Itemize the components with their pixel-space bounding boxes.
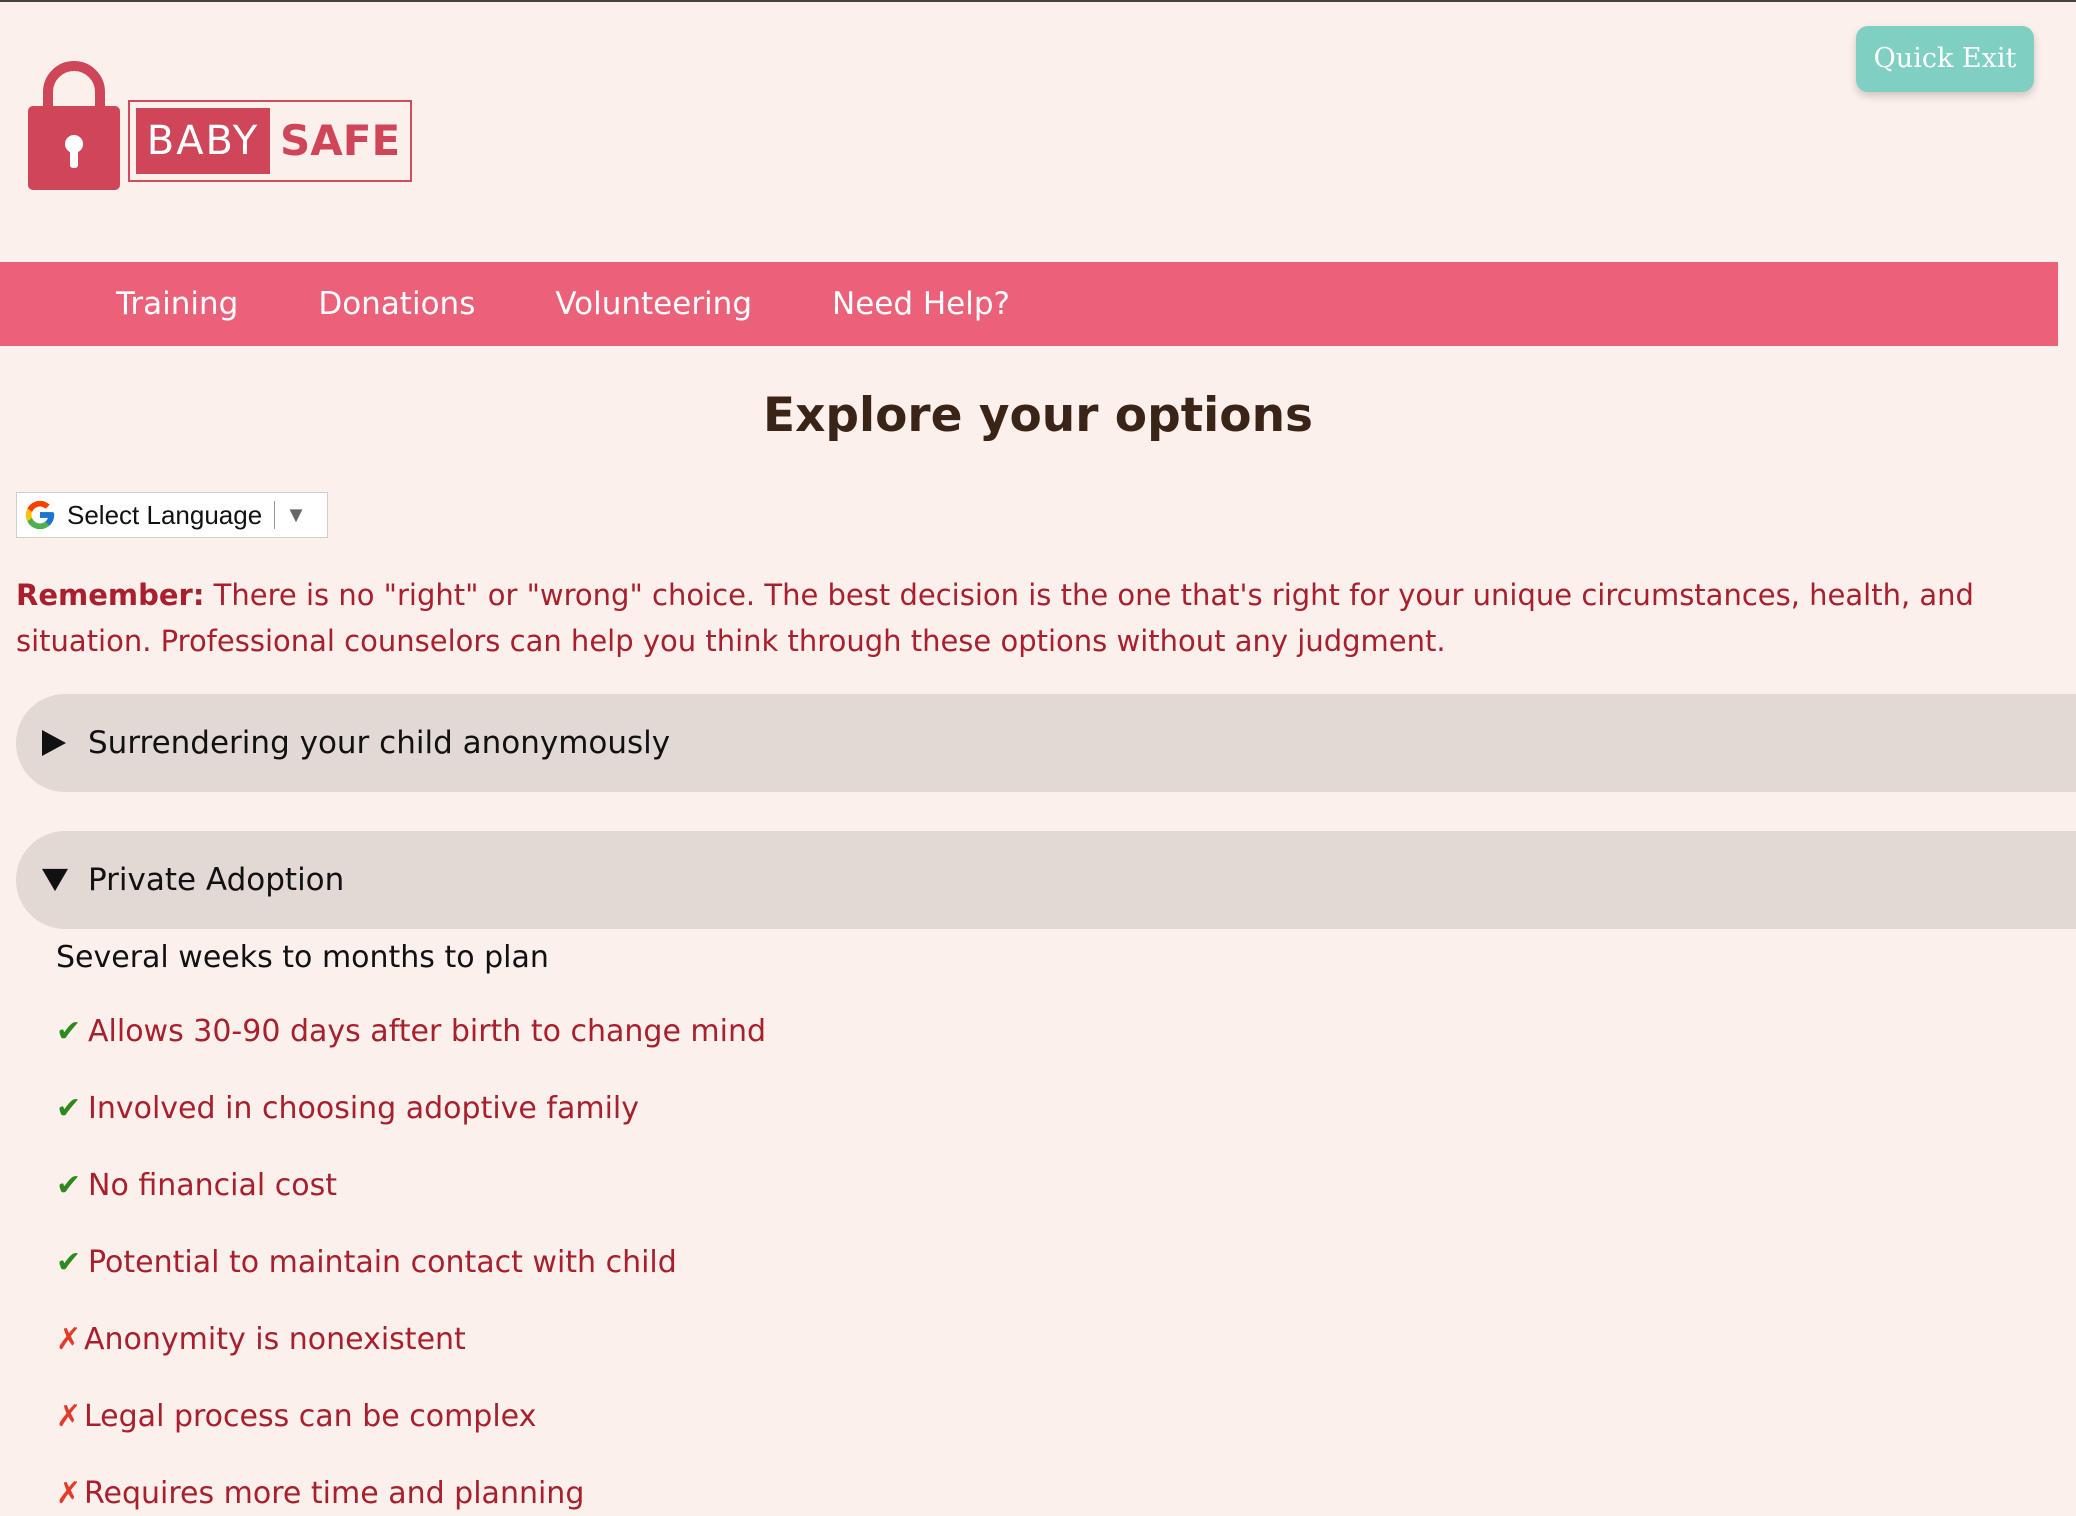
select-divider <box>274 501 276 529</box>
checkmark-icon: ✔ <box>56 1168 82 1203</box>
pro-item: ✔ No financial cost <box>56 1166 766 1243</box>
checkmark-icon: ✔ <box>56 1245 82 1280</box>
nav-item-donations[interactable]: Donations <box>318 286 475 322</box>
accordion-label: Private Adoption <box>88 862 345 898</box>
remember-text: There is no "right" or "wrong" choice. T… <box>16 578 1974 658</box>
google-g-icon <box>23 498 57 532</box>
nav-item-need-help[interactable]: Need Help? <box>832 286 1010 322</box>
checkmark-icon: ✔ <box>56 1014 82 1049</box>
nav-item-volunteering[interactable]: Volunteering <box>555 286 752 322</box>
logo-word-safe: SAFE <box>280 116 401 165</box>
con-text: Requires more time and planning <box>84 1476 585 1511</box>
padlock-icon <box>28 61 120 190</box>
logo-word-baby: BABY <box>136 108 270 174</box>
cross-icon: ✗ <box>56 1322 82 1357</box>
accordion-surrendering[interactable]: Surrendering your child anonymously <box>16 694 2076 792</box>
con-item: ✗ Legal process can be complex <box>56 1397 766 1474</box>
con-item: ✗ Anonymity is nonexistent <box>56 1320 766 1397</box>
con-text: Legal process can be complex <box>84 1399 537 1434</box>
pro-text: Involved in choosing adoptive family <box>88 1091 640 1126</box>
accordion-label: Surrendering your child anonymously <box>88 725 671 761</box>
logo-wordmark: BABY SAFE <box>128 100 412 182</box>
pro-text: Potential to maintain contact with child <box>88 1245 677 1280</box>
checkmark-icon: ✔ <box>56 1091 82 1126</box>
pro-item: ✔ Potential to maintain contact with chi… <box>56 1243 766 1320</box>
main-nav: Training Donations Volunteering Need Hel… <box>0 262 2058 346</box>
page-title: Explore your options <box>762 388 1314 443</box>
quick-exit-button[interactable]: Quick Exit <box>1856 26 2034 92</box>
remember-lead: Remember: <box>16 578 205 612</box>
nav-item-training[interactable]: Training <box>116 286 238 322</box>
con-text: Anonymity is nonexistent <box>84 1322 466 1357</box>
dropdown-arrow-icon: ▼ <box>285 502 307 527</box>
triangle-right-icon <box>42 730 68 756</box>
pro-text: No financial cost <box>88 1168 337 1203</box>
language-select-value: Select Language <box>67 499 263 530</box>
page: BABY SAFE Quick Exit Training Donations … <box>0 0 2076 1516</box>
remember-note: Remember: There is no "right" or "wrong"… <box>16 572 2026 664</box>
accordion-private-adoption[interactable]: Private Adoption <box>16 831 2076 929</box>
cross-icon: ✗ <box>56 1399 82 1434</box>
timeline-text: Several weeks to months to plan <box>56 940 549 975</box>
pro-text: Allows 30-90 days after birth to change … <box>88 1014 767 1049</box>
language-select[interactable]: Select Language ▼ <box>16 492 328 538</box>
con-item: ✗ Requires more time and planning <box>56 1474 766 1516</box>
pro-item: ✔ Involved in choosing adoptive family <box>56 1089 766 1166</box>
triangle-down-icon <box>42 868 68 892</box>
cross-icon: ✗ <box>56 1476 82 1511</box>
baby-safe-logo[interactable]: BABY SAFE <box>26 54 416 190</box>
private-adoption-details: Several weeks to months to plan ✔ Allows… <box>56 938 766 1516</box>
pro-item: ✔ Allows 30-90 days after birth to chang… <box>56 1012 766 1089</box>
